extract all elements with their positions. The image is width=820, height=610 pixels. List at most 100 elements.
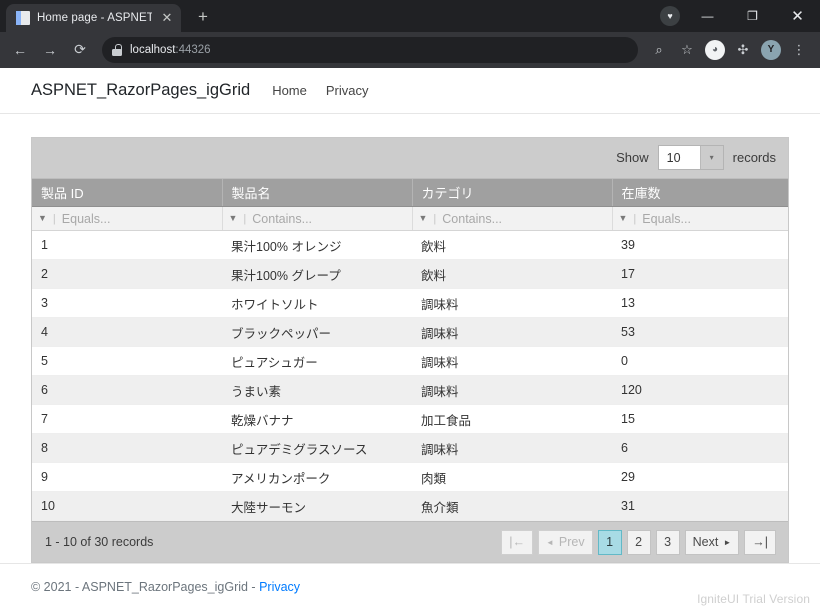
footer-copyright: © 2021 - ASPNET_RazorPages_igGrid - Priv… <box>31 580 300 594</box>
cell-category: 魚介類 <box>412 491 612 522</box>
cell-category: 飲料 <box>412 259 612 290</box>
cell-product-name: 乾燥バナナ <box>222 404 412 435</box>
page-button-2[interactable]: 2 <box>626 529 651 555</box>
filter-input-category[interactable]: Contains... <box>442 212 502 226</box>
new-tab-button[interactable]: + <box>189 3 217 31</box>
grid-filter-row: ▼ | Equals... ▼ | Contains... ▼ | Contai… <box>32 206 788 232</box>
brand-title[interactable]: ASPNET_RazorPages_igGrid <box>31 81 250 100</box>
cell-product-id: 5 <box>32 346 222 377</box>
table-row[interactable]: 9 アメリカンポーク 肉類 29 <box>32 462 788 493</box>
page-size-value[interactable]: 10 <box>658 146 700 170</box>
page-size-select[interactable]: 10 ▾ <box>657 145 724 171</box>
cell-product-id: 8 <box>32 433 222 464</box>
grid-head: 製品 ID 製品名 カテゴリ 在庫数 ▼ | Equals... ▼ | Con… <box>32 178 788 232</box>
footer-privacy-link[interactable]: Privacy <box>259 580 300 594</box>
filter-icon[interactable]: ▼ <box>419 214 428 223</box>
site-footer: © 2021 - ASPNET_RazorPages_igGrid - Priv… <box>0 563 820 610</box>
cell-category: 肉類 <box>412 462 612 493</box>
browser-tab[interactable]: Home page - ASPNET_RazorPag ✕ <box>6 3 181 32</box>
cell-stock: 0 <box>612 346 788 377</box>
table-row[interactable]: 6 うまい素 調味料 120 <box>32 375 788 406</box>
footer-copyright-text: © 2021 - ASPNET_RazorPages_igGrid - <box>31 580 260 595</box>
bookmark-star-icon[interactable]: ☆ <box>674 37 700 63</box>
column-header-stock[interactable]: 在庫数 <box>612 178 788 208</box>
search-icon[interactable]: ⌕ <box>646 37 672 63</box>
first-page-button[interactable]: |← <box>501 529 533 555</box>
cell-category: 調味料 <box>412 375 612 406</box>
close-icon[interactable]: ✕ <box>159 10 175 26</box>
next-page-label: Next <box>692 535 719 550</box>
cell-stock: 29 <box>612 462 788 493</box>
cell-product-name: ブラックペッパー <box>222 317 412 348</box>
main-content: Show 10 ▾ records 製品 ID 製品名 カテゴリ 在庫数 ▼ |… <box>0 113 820 564</box>
puzzle-icon[interactable]: ✣ <box>730 37 756 63</box>
filter-input-product-id[interactable]: Equals... <box>62 212 111 226</box>
cell-product-id: 3 <box>32 288 222 319</box>
extension-avatar-icon[interactable]: ◕ <box>702 37 728 63</box>
page-viewport: ASPNET_RazorPages_igGrid Home Privacy Sh… <box>0 67 820 610</box>
maximize-button[interactable]: ❐ <box>730 0 775 32</box>
filter-icon[interactable]: ▼ <box>38 214 47 223</box>
filter-cell-product-name[interactable]: ▼ | Contains... <box>222 206 413 232</box>
table-row[interactable]: 8 ピュアデミグラスソース 調味料 6 <box>32 433 788 464</box>
minimize-button[interactable]: — <box>685 0 730 32</box>
record-count-info: 1 - 10 of 30 records <box>45 535 154 550</box>
cell-product-id: 4 <box>32 317 222 348</box>
forward-icon[interactable]: → <box>36 36 64 64</box>
filter-input-product-name[interactable]: Contains... <box>252 212 312 226</box>
table-row[interactable]: 10 大陸サーモン 魚介類 31 <box>32 491 788 522</box>
table-row[interactable]: 7 乾燥バナナ 加工食品 15 <box>32 404 788 435</box>
filter-cell-category[interactable]: ▼ | Contains... <box>412 206 613 232</box>
filter-cell-stock[interactable]: ▼ | Equals... <box>612 206 788 232</box>
table-row[interactable]: 5 ピュアシュガー 調味料 0 <box>32 346 788 377</box>
nav-link-privacy[interactable]: Privacy <box>326 83 369 98</box>
lock-icon <box>112 43 122 56</box>
filter-icon[interactable]: ▼ <box>619 214 628 223</box>
avatar[interactable]: Y <box>758 37 784 63</box>
divider: | <box>433 212 437 225</box>
filter-cell-product-id[interactable]: ▼ | Equals... <box>32 206 223 232</box>
cell-category: 調味料 <box>412 346 612 377</box>
next-page-button[interactable]: Next ► <box>684 529 740 555</box>
browser-toolbar: ← → ⟳ localhost:44326 ⌕ ☆ ◕ ✣ Y ⋮ <box>0 31 820 68</box>
nav-link-home[interactable]: Home <box>272 83 307 98</box>
table-row[interactable]: 4 ブラックペッパー 調味料 53 <box>32 317 788 348</box>
cell-stock: 39 <box>612 230 788 261</box>
column-header-category[interactable]: カテゴリ <box>412 178 613 208</box>
last-page-button[interactable]: →| <box>744 529 776 555</box>
url-port: :44326 <box>175 43 211 56</box>
heart-icon: ♥ <box>667 10 673 21</box>
records-label: records <box>732 150 776 166</box>
cell-stock: 53 <box>612 317 788 348</box>
cell-stock: 15 <box>612 404 788 435</box>
address-bar[interactable]: localhost:44326 <box>102 36 638 63</box>
cell-product-id: 9 <box>32 462 222 493</box>
back-icon[interactable]: ← <box>6 36 34 64</box>
page-button-1[interactable]: 1 <box>597 529 622 555</box>
column-header-product-id[interactable]: 製品 ID <box>32 178 223 208</box>
cell-product-name: ピュアシュガー <box>222 346 412 377</box>
site-header: ASPNET_RazorPages_igGrid Home Privacy <box>0 67 820 114</box>
cell-product-id: 1 <box>32 230 222 261</box>
filter-icon[interactable]: ▼ <box>229 214 238 223</box>
profile-badge[interactable]: ♥ <box>660 6 680 26</box>
chevron-right-icon: ► <box>723 537 732 547</box>
table-row[interactable]: 2 果汁100% グレープ 飲料 17 <box>32 259 788 290</box>
reload-icon[interactable]: ⟳ <box>66 36 94 64</box>
first-page-icon: |← <box>509 535 525 550</box>
cell-category: 加工食品 <box>412 404 612 435</box>
prev-page-button[interactable]: ◄ Prev <box>538 529 593 555</box>
column-header-product-name[interactable]: 製品名 <box>222 178 413 208</box>
cell-category: 調味料 <box>412 288 612 319</box>
table-row[interactable]: 3 ホワイトソルト 調味料 13 <box>32 288 788 319</box>
filter-input-stock[interactable]: Equals... <box>642 212 691 226</box>
page-button-3[interactable]: 3 <box>655 529 680 555</box>
chevron-down-icon[interactable]: ▾ <box>699 146 723 170</box>
toolbar-right-icons: ⌕ ☆ ◕ ✣ Y ⋮ <box>646 37 814 63</box>
menu-icon[interactable]: ⋮ <box>786 37 812 63</box>
table-row[interactable]: 1 果汁100% オレンジ 飲料 39 <box>32 230 788 261</box>
close-window-button[interactable]: ✕ <box>775 0 820 32</box>
divider: | <box>633 212 637 225</box>
grid-table: 製品 ID 製品名 カテゴリ 在庫数 ▼ | Equals... ▼ | Con… <box>32 178 788 522</box>
cell-category: 調味料 <box>412 433 612 464</box>
